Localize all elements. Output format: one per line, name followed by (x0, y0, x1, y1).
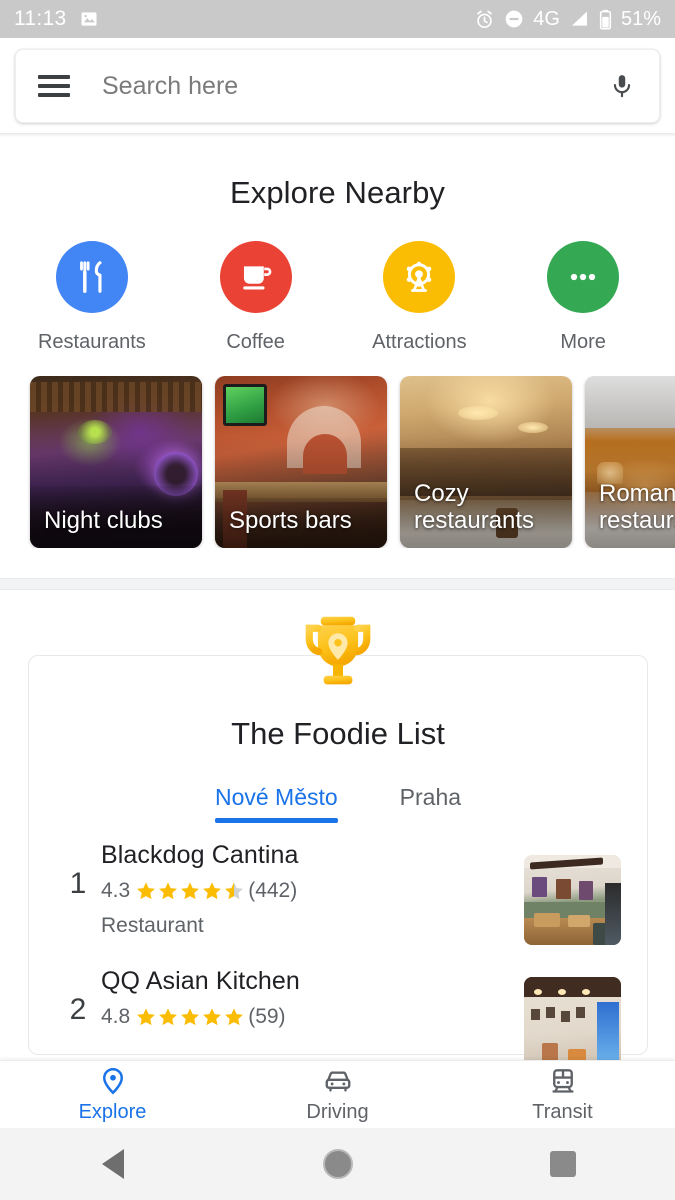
network-type-label: 4G (533, 7, 560, 30)
nav-label: Transit (532, 1100, 593, 1123)
explore-card-cozy-restaurants[interactable]: Cozy restaurants (400, 376, 572, 548)
do-not-disturb-icon (505, 10, 523, 28)
category-coffee[interactable]: Coffee (174, 241, 338, 354)
recents-button[interactable] (450, 1151, 675, 1177)
nav-label: Explore (78, 1100, 147, 1123)
status-time: 11:13 (14, 7, 67, 30)
android-system-nav (0, 1128, 675, 1200)
category-restaurants[interactable]: Restaurants (10, 241, 174, 354)
item-rank: 2 (69, 993, 87, 1026)
explore-card-romantic-restaurants[interactable]: Romantic restaurants (585, 376, 675, 548)
search-input[interactable]: Search here (102, 72, 607, 101)
google-maps-explore-screen: 11:13 4G 51% Search here Explore Nearby … (0, 0, 675, 1200)
item-rating: 4.8 (59) (101, 1005, 512, 1029)
item-body: Blackdog Cantina 4.3 (442) Restaurant (101, 841, 512, 938)
explore-nearby-title: Explore Nearby (229, 175, 446, 210)
category-attractions[interactable]: Attractions (338, 241, 502, 354)
microphone-icon[interactable] (607, 69, 637, 103)
bottom-navigation-bar: Explore Driving Transit (0, 1060, 675, 1128)
foodie-list-section: The Foodie List Nové Město Praha 1 Black… (0, 590, 675, 1060)
item-rank: 1 (69, 867, 87, 900)
nav-item-driving[interactable]: Driving (225, 1061, 450, 1128)
more-dots-icon (547, 241, 620, 313)
battery-icon (599, 9, 612, 29)
status-bar-right: 4G 51% (474, 8, 661, 31)
star-rating-icons (135, 1006, 245, 1028)
category-more[interactable]: More (501, 241, 665, 354)
signal-icon (571, 11, 587, 26)
item-name: Blackdog Cantina (101, 841, 299, 869)
search-bar[interactable]: Search here (15, 49, 660, 123)
foodie-list-card: The Foodie List Nové Město Praha 1 Black… (28, 616, 648, 1060)
status-bar: 11:13 4G 51% (0, 0, 675, 38)
item-rating: 4.3 (442) (101, 879, 512, 903)
alarm-icon (477, 10, 493, 28)
tab-praha[interactable]: Praha (400, 784, 461, 823)
star-rating-icons (135, 880, 245, 902)
item-thumbnail[interactable] (524, 855, 621, 945)
item-name: QQ Asian Kitchen (101, 967, 300, 995)
rating-value: 4.8 (101, 1005, 131, 1028)
category-label: More (560, 331, 606, 353)
category-label: Coffee (226, 331, 285, 353)
explore-cards-row[interactable]: Night clubs Sports bars Cozy restaurants… (0, 376, 675, 548)
explore-card-label: Night clubs (44, 506, 163, 534)
trophy-icon (305, 616, 371, 685)
car-icon (325, 1070, 350, 1092)
category-label: Restaurants (37, 331, 146, 353)
nav-item-transit[interactable]: Transit (450, 1061, 675, 1128)
rating-value: 4.3 (101, 879, 131, 902)
ferris-wheel-icon (383, 241, 456, 313)
back-button[interactable] (0, 1149, 225, 1179)
coffee-cup-icon (219, 241, 292, 313)
half-star-icon (225, 882, 244, 900)
map-pin-icon (102, 1067, 123, 1094)
section-divider (0, 578, 675, 590)
home-button[interactable] (225, 1149, 450, 1179)
hamburger-menu-icon[interactable] (38, 75, 70, 97)
foodie-list-tabs: Nové Město Praha (29, 784, 647, 823)
review-count: (442) (248, 879, 298, 902)
tab-nove-mesto[interactable]: Nové Město (214, 784, 338, 823)
item-category: Restaurant (101, 914, 204, 937)
explore-card-sports-bars[interactable]: Sports bars (215, 376, 387, 548)
explore-card-label: Romantic restaurants (599, 479, 675, 534)
review-count: (59) (248, 1005, 286, 1028)
explore-card-label: Sports bars (229, 506, 352, 534)
item-thumbnail[interactable] (524, 977, 621, 1060)
restaurant-icon (55, 241, 128, 313)
battery-percent-label: 51% (620, 7, 661, 30)
nav-label: Driving (306, 1100, 369, 1123)
category-label: Attractions (372, 331, 467, 353)
item-body: QQ Asian Kitchen 4.8 (59) (101, 967, 512, 1029)
explore-card-label: Cozy restaurants (414, 479, 535, 534)
list-item[interactable]: 2 QQ Asian Kitchen 4.8 (59) (29, 945, 647, 1060)
list-item[interactable]: 1 Blackdog Cantina 4.3 (442) Restaurant (29, 823, 647, 945)
train-icon (551, 1068, 574, 1093)
search-bar-container: Search here (0, 38, 675, 134)
category-row: Restaurants Coffee Attractions More (0, 241, 675, 354)
status-bar-left: 11:13 (14, 7, 99, 31)
explore-card-night-clubs[interactable]: Night clubs (30, 376, 202, 548)
image-icon (81, 12, 96, 26)
nav-item-explore[interactable]: Explore (0, 1061, 225, 1128)
